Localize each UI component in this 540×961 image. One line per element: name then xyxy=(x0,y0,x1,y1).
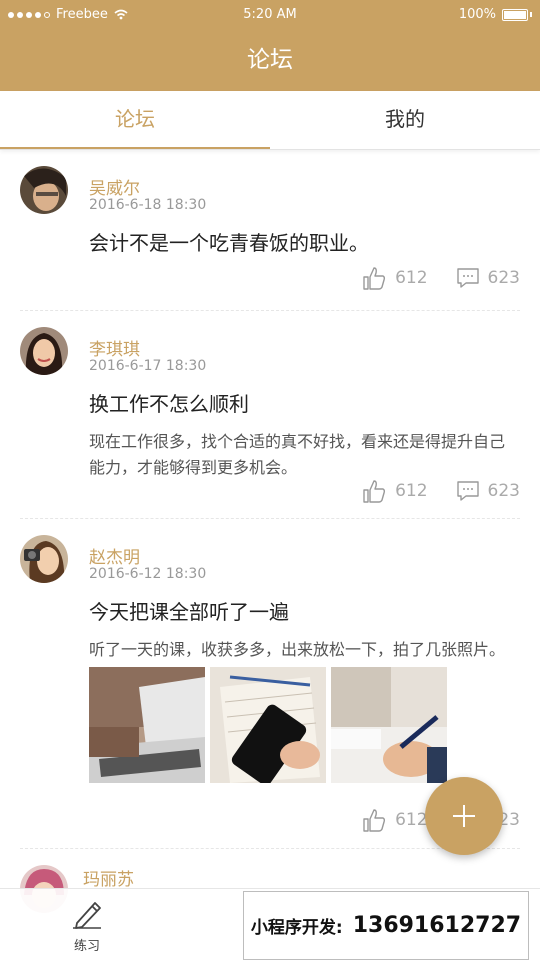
post-photos xyxy=(89,667,447,783)
avatar[interactable] xyxy=(20,327,68,375)
post-time: 2016-6-12 18:30 xyxy=(89,566,207,582)
author-name[interactable]: 李琪琪 xyxy=(89,335,140,360)
status-bar-right: 100% xyxy=(459,7,532,22)
post-card[interactable]: 李琪琪 2016-6-17 18:30 换工作不怎么顺利 现在工作很多，找个合适… xyxy=(20,311,520,519)
post-title[interactable]: 今天把课全部听了一遍 xyxy=(89,596,289,625)
post-stats: 612 623 xyxy=(361,478,520,504)
like-count: 612 xyxy=(395,268,428,288)
status-bar: Freebee 5:20 AM 100% xyxy=(0,0,540,30)
page-title: 论坛 xyxy=(0,30,540,91)
nav-practice[interactable]: 练习 xyxy=(60,897,114,954)
comment-count: 623 xyxy=(487,268,520,288)
post-stats: 612 623 xyxy=(361,265,520,291)
nav-practice-label: 练习 xyxy=(73,939,100,954)
like-count: 612 xyxy=(395,810,428,830)
avatar[interactable] xyxy=(20,166,68,214)
battery-icon xyxy=(502,8,528,21)
like-icon[interactable] xyxy=(361,478,387,504)
comment-icon[interactable] xyxy=(456,267,480,289)
pencil-icon xyxy=(73,902,101,929)
post-card[interactable]: 吴威尔 2016-6-18 18:30 会计不是一个吃青春饭的职业。 612 6… xyxy=(20,150,520,311)
post-title[interactable]: 换工作不怎么顺利 xyxy=(89,388,249,417)
tab-bar: 论坛 我的 xyxy=(0,91,540,150)
ad-phone: 13691612727 xyxy=(352,913,522,938)
author-name[interactable]: 赵杰明 xyxy=(89,543,140,568)
photo-phone[interactable] xyxy=(210,667,326,783)
post-body: 听了一天的课，收获多多，出来放松一下，拍了几张照片。 xyxy=(89,640,506,659)
post-time: 2016-6-18 18:30 xyxy=(89,197,207,213)
ad-banner[interactable]: 小程序开发: 13691612727 xyxy=(243,891,529,960)
like-icon[interactable] xyxy=(361,265,387,291)
avatar[interactable] xyxy=(20,535,68,583)
like-count: 612 xyxy=(395,481,428,501)
post-body: 现在工作很多，找个合适的真不好找，看来还是得提升自己能力，才能够得到更多机会。 xyxy=(89,432,506,477)
photo-laptop[interactable] xyxy=(89,667,205,783)
battery-percent: 100% xyxy=(458,7,496,22)
author-name[interactable]: 玛丽苏 xyxy=(83,865,134,890)
comment-icon[interactable] xyxy=(456,480,480,502)
post-title[interactable]: 会计不是一个吃青春饭的职业。 xyxy=(89,227,369,256)
active-tab-indicator xyxy=(0,147,270,149)
ad-label: 小程序开发: xyxy=(250,918,343,938)
tab-forum[interactable]: 论坛 xyxy=(0,91,270,149)
photo-writing[interactable] xyxy=(331,667,447,783)
post-time: 2016-6-17 18:30 xyxy=(89,358,207,374)
new-post-button[interactable] xyxy=(425,777,503,855)
like-icon[interactable] xyxy=(361,807,387,833)
author-name[interactable]: 吴威尔 xyxy=(89,174,140,199)
plus-icon xyxy=(453,805,475,827)
comment-count: 623 xyxy=(487,481,520,501)
tab-mine[interactable]: 我的 xyxy=(270,91,540,149)
